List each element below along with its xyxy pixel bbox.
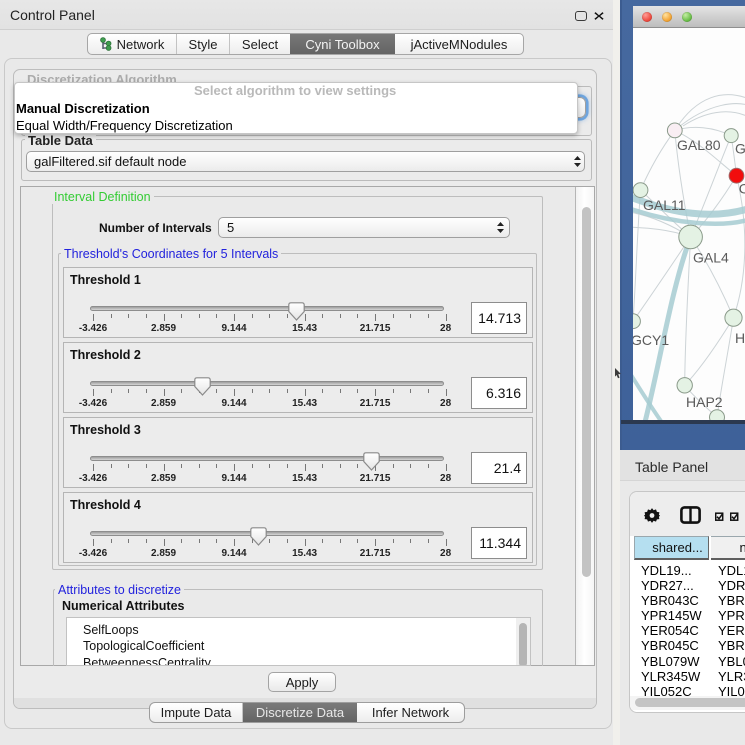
svg-text:GAL80: GAL80 bbox=[677, 137, 721, 153]
svg-text:GAL11: GAL11 bbox=[643, 197, 686, 213]
svg-text:HAP2: HAP2 bbox=[686, 394, 723, 410]
svg-text:GCY1: GCY1 bbox=[633, 332, 669, 348]
svg-text:GAL4: GAL4 bbox=[693, 250, 729, 266]
svg-text:HAP: HAP bbox=[735, 330, 745, 346]
svg-text:CAR1: CAR1 bbox=[739, 181, 745, 197]
svg-text:GAL3: GAL3 bbox=[735, 141, 745, 157]
